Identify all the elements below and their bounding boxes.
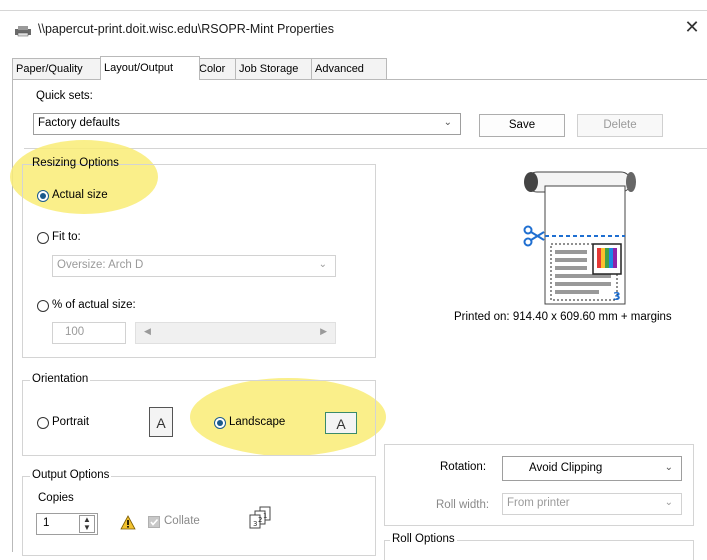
rotation-select[interactable]: Avoid Clipping ⌄: [502, 456, 682, 481]
copies-value: 1: [43, 517, 50, 529]
roll-width-select[interactable]: From printer ⌄: [502, 493, 682, 515]
copies-label: Copies: [38, 492, 74, 504]
check-icon: [150, 518, 159, 526]
chevron-down-icon: ⌄: [664, 462, 673, 473]
landscape-page-icon: A: [325, 412, 357, 434]
percent-input[interactable]: 100: [52, 322, 126, 344]
percent-value: 100: [65, 326, 85, 338]
quick-sets-select[interactable]: Factory defaults ⌄: [33, 113, 461, 135]
roll-width-label: Roll width:: [436, 499, 490, 511]
svg-text:3: 3: [613, 290, 621, 303]
tab-job-storage[interactable]: Job Storage: [235, 58, 315, 79]
chevron-down-icon: ⌄: [443, 117, 452, 128]
quick-sets-label: Quick sets:: [36, 90, 93, 102]
portrait-label: Portrait: [52, 416, 90, 428]
delete-button[interactable]: Delete: [577, 114, 663, 137]
resizing-options-title: Resizing Options: [32, 157, 119, 169]
copies-stepper[interactable]: 1 ▲ ▼: [36, 513, 98, 535]
save-button[interactable]: Save: [479, 114, 565, 137]
landscape-radio[interactable]: [214, 417, 226, 429]
landscape-label: Landscape: [229, 416, 286, 428]
svg-text:1: 1: [263, 512, 267, 520]
tab-layout-output[interactable]: Layout/Output: [100, 56, 200, 80]
tab-color[interactable]: Color: [195, 58, 237, 79]
collate-checkbox[interactable]: [148, 516, 160, 528]
percent-scrollbar[interactable]: ◀ ▶: [135, 322, 336, 344]
scroll-left-icon[interactable]: ◀: [144, 326, 151, 337]
portrait-radio[interactable]: [37, 417, 49, 429]
rotation-value: Avoid Clipping: [529, 462, 603, 474]
fit-to-radio[interactable]: [37, 232, 49, 244]
percent-label: % of actual size:: [52, 299, 136, 311]
warning-icon: [120, 515, 136, 530]
chevron-down-icon: ⌄: [318, 259, 327, 270]
close-button[interactable]: ✕: [682, 17, 702, 38]
tab-paper-quality[interactable]: Paper/Quality: [12, 58, 102, 79]
fit-to-select[interactable]: Oversize: Arch D ⌄: [52, 255, 336, 277]
chevron-down-icon: ⌄: [664, 497, 673, 508]
portrait-page-icon: A: [149, 407, 173, 437]
printer-icon: [15, 26, 31, 37]
collate-label: Collate: [164, 515, 200, 527]
collated-pages-icon: 3 2 1: [249, 506, 271, 529]
rotation-label: Rotation:: [440, 461, 487, 473]
tab-advanced[interactable]: Advanced: [311, 58, 387, 79]
fit-to-value: Oversize: Arch D: [57, 259, 144, 271]
svg-text:2: 2: [258, 516, 262, 524]
spin-arrows-icon[interactable]: ▲ ▼: [79, 515, 95, 533]
quick-sets-value: Factory defaults: [38, 117, 120, 129]
roll-options-title: Roll Options: [390, 533, 457, 545]
scroll-right-icon[interactable]: ▶: [320, 326, 327, 337]
top-edge: [0, 0, 707, 11]
actual-size-label: Actual size: [52, 189, 108, 201]
actual-size-radio[interactable]: [37, 190, 49, 202]
printed-on-text: Printed on: 914.40 x 609.60 mm + margins: [454, 311, 672, 323]
svg-text:3: 3: [253, 520, 257, 528]
orientation-title: Orientation: [30, 373, 91, 385]
roll-width-value: From printer: [507, 497, 570, 509]
output-options-title: Output Options: [30, 469, 112, 481]
printer-preview-graphic: 3: [523, 171, 636, 305]
window-title: \\papercut-print.doit.wisc.edu\RSOPR-Min…: [38, 22, 334, 36]
percent-radio[interactable]: [37, 300, 49, 312]
fit-to-label: Fit to:: [52, 231, 81, 243]
